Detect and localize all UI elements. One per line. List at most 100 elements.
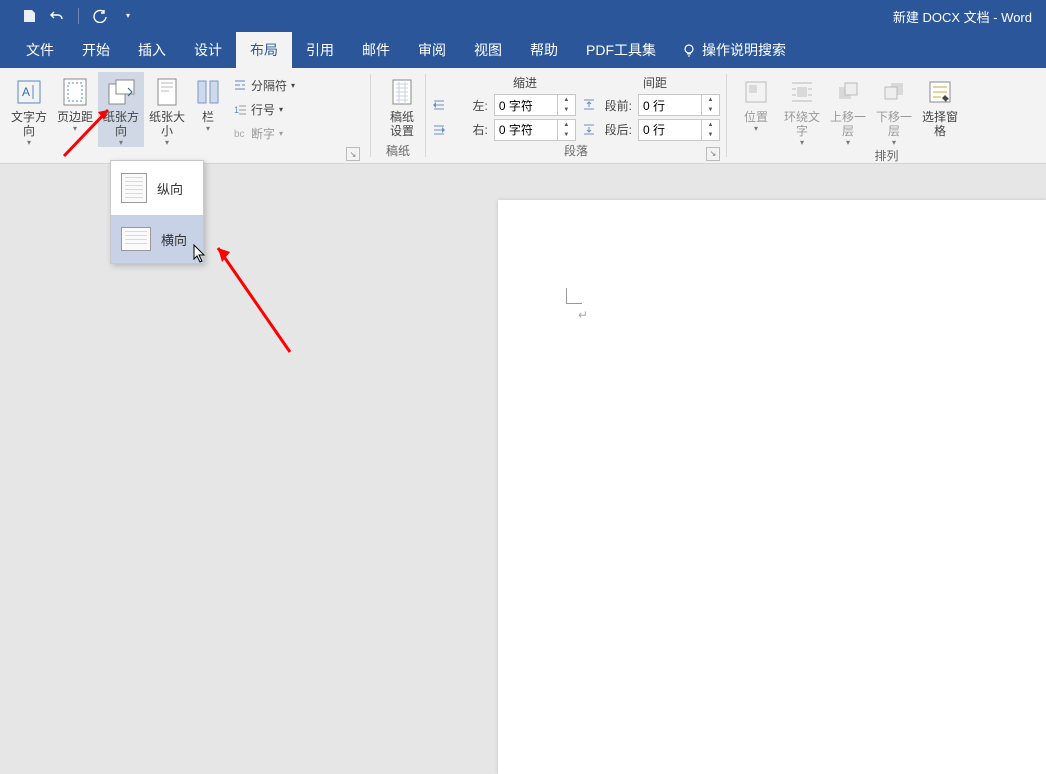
tab-layout[interactable]: 布局 (236, 32, 292, 68)
position-button[interactable]: 位置▾ (733, 72, 779, 133)
orientation-portrait-option[interactable]: 纵向 (111, 161, 203, 215)
chevron-down-icon: ▾ (206, 124, 210, 133)
tab-insert[interactable]: 插入 (124, 32, 180, 68)
chevron-down-icon[interactable]: ▼ (558, 105, 575, 115)
orientation-button[interactable]: 纸张方向 ▾ (98, 72, 144, 147)
send-backward-icon (878, 76, 910, 108)
ribbon: A 文字方向 ▾ 页边距 ▾ 纸张方向 ▾ (0, 68, 1046, 164)
margins-icon (59, 76, 91, 108)
tab-mailings[interactable]: 邮件 (348, 32, 404, 68)
tab-help[interactable]: 帮助 (516, 32, 572, 68)
group-arrange: 位置▾ 环绕文字▾ 上移一层▾ 下移一层▾ 选择窗格 排列 (727, 68, 1046, 163)
page-setup-dialog-launcher[interactable]: ↘ (346, 147, 360, 161)
tab-file[interactable]: 文件 (12, 32, 68, 68)
line-numbers-icon: 1 (233, 102, 247, 116)
size-button[interactable]: 纸张大小 ▾ (144, 72, 190, 147)
tab-references[interactable]: 引用 (292, 32, 348, 68)
spacing-after-input[interactable] (639, 120, 701, 140)
tab-design[interactable]: 设计 (180, 32, 236, 68)
indent-right-spinner[interactable]: ▲▼ (494, 119, 576, 141)
chevron-up-icon[interactable]: ▲ (558, 95, 575, 105)
group-page-setup: A 文字方向 ▾ 页边距 ▾ 纸张方向 ▾ (0, 68, 370, 163)
position-icon (740, 76, 772, 108)
group-label-paragraph: 段落 (564, 142, 588, 159)
landscape-icon (121, 227, 151, 251)
selection-pane-button[interactable]: 选择窗格 (917, 72, 963, 138)
spacing-before-spinner[interactable]: ▲▼ (638, 94, 720, 116)
chevron-down-icon[interactable]: ▼ (702, 105, 719, 115)
paragraph-dialog-launcher[interactable]: ↘ (706, 147, 720, 161)
indent-right-label: 右: (451, 121, 487, 138)
indent-left-label: 左: (451, 97, 487, 114)
selection-pane-icon (924, 76, 956, 108)
bring-forward-button[interactable]: 上移一层▾ (825, 72, 871, 147)
titlebar: ▾ 新建 DOCX 文档 - Word (0, 0, 1046, 31)
mouse-cursor-icon (193, 244, 207, 264)
gaozhi-settings-button[interactable]: 稿纸 设置 (377, 72, 427, 138)
chevron-up-icon[interactable]: ▲ (558, 120, 575, 130)
undo-icon[interactable] (46, 5, 68, 27)
tell-me-placeholder: 操作说明搜索 (702, 40, 786, 60)
tab-pdf-tools[interactable]: PDF工具集 (572, 32, 670, 68)
indent-left-spinner[interactable]: ▲▼ (494, 94, 576, 116)
tab-review[interactable]: 审阅 (404, 32, 460, 68)
tab-view[interactable]: 视图 (460, 32, 516, 68)
spacing-before-input[interactable] (639, 95, 701, 115)
chevron-down-icon: ▾ (165, 138, 169, 147)
orientation-dropdown: 纵向 横向 (110, 160, 204, 264)
chevron-down-icon: ▾ (27, 138, 31, 147)
line-numbers-button[interactable]: 1 行号▾ (233, 98, 295, 120)
qat-customize-icon[interactable]: ▾ (117, 5, 139, 27)
spacing-before-icon (582, 98, 595, 112)
chevron-down-icon[interactable]: ▼ (558, 130, 575, 140)
columns-button[interactable]: 栏 ▾ (191, 72, 225, 133)
svg-text:A: A (22, 85, 30, 99)
margins-button[interactable]: 页边距 ▾ (52, 72, 98, 133)
wrap-text-icon (786, 76, 818, 108)
tell-me-search[interactable]: 操作说明搜索 (670, 32, 798, 68)
redo-icon[interactable] (89, 5, 111, 27)
save-icon[interactable] (18, 5, 40, 27)
gaozhi-icon (386, 76, 418, 108)
spacing-after-icon (582, 123, 595, 137)
text-direction-button[interactable]: A 文字方向 ▾ (6, 72, 52, 147)
group-label-arrange: 排列 (733, 147, 1040, 166)
spacing-header: 间距 (590, 74, 720, 91)
spacing-before-label: 段前: (601, 97, 632, 114)
chevron-down-icon[interactable]: ▼ (702, 130, 719, 140)
paragraph-mark-icon: ↵ (578, 308, 588, 322)
hyphenation-button[interactable]: bc 断字▾ (233, 122, 295, 144)
tab-home[interactable]: 开始 (68, 32, 124, 68)
chevron-up-icon[interactable]: ▲ (702, 120, 719, 130)
indent-header: 缩进 (460, 74, 590, 91)
document-page[interactable]: ↵ (498, 200, 1046, 774)
chevron-down-icon: ▾ (119, 138, 123, 147)
orientation-landscape-option[interactable]: 横向 (111, 215, 203, 263)
bring-forward-icon (832, 76, 864, 108)
svg-text:bc: bc (234, 129, 245, 140)
annotation-arrow (210, 240, 300, 360)
wrap-text-button[interactable]: 环绕文字▾ (779, 72, 825, 147)
margin-corner-marker (566, 286, 584, 304)
breaks-icon (233, 78, 247, 92)
svg-text:1: 1 (234, 105, 239, 115)
chevron-up-icon[interactable]: ▲ (702, 95, 719, 105)
send-backward-button[interactable]: 下移一层▾ (871, 72, 917, 147)
separator (78, 8, 79, 24)
indent-right-icon (432, 123, 445, 137)
spacing-after-spinner[interactable]: ▲▼ (638, 119, 720, 141)
portrait-icon (121, 173, 147, 203)
ribbon-tabs: 文件 开始 插入 设计 布局 引用 邮件 审阅 视图 帮助 PDF工具集 操作说… (0, 31, 1046, 68)
orientation-icon (105, 76, 137, 108)
breaks-button[interactable]: 分隔符▾ (233, 74, 295, 96)
page-size-icon (151, 76, 183, 108)
group-label-gaozhi: 稿纸 (377, 142, 419, 161)
indent-right-input[interactable] (495, 120, 557, 140)
quick-access-toolbar: ▾ (0, 5, 139, 27)
group-gaozhi: 稿纸 设置 稿纸 (371, 68, 425, 163)
indent-left-input[interactable] (495, 95, 557, 115)
hyphenation-icon: bc (233, 126, 247, 140)
text-direction-icon: A (13, 76, 45, 108)
window-title: 新建 DOCX 文档 - Word (893, 7, 1032, 26)
chevron-down-icon: ▾ (73, 124, 77, 133)
